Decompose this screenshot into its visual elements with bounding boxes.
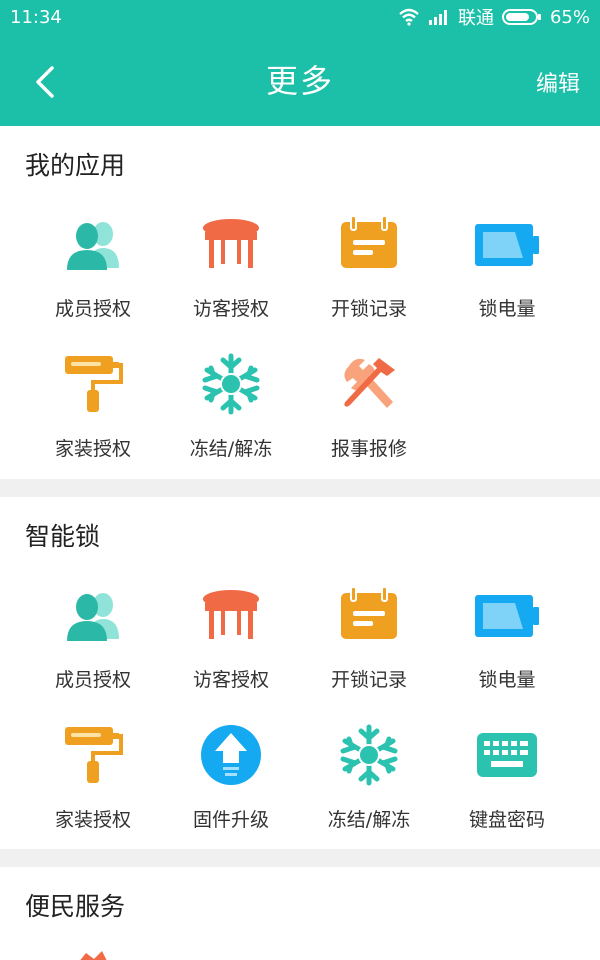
page-title: 更多 [265, 62, 334, 100]
app-item-member-auth[interactable]: 成员授权 [24, 212, 162, 321]
section-smart-lock: 智能锁 成员授权 访客授权 开锁记录 锁电量 家装授权 固件升级 冻结/解冻 键… [0, 497, 600, 849]
members-icon [61, 583, 125, 647]
section-title: 我的应用 [25, 151, 126, 180]
members-icon [61, 212, 125, 276]
lock-item-keyboard-password[interactable]: 键盘密码 [438, 723, 576, 832]
app-item-label: 家装授权 [54, 809, 131, 831]
upgrade-icon [199, 723, 263, 787]
app-item-label: 固件升级 [192, 809, 269, 831]
snowflake-icon [199, 352, 263, 416]
app-item-lock-battery[interactable]: 锁电量 [438, 212, 576, 321]
app-item-label: 访客授权 [192, 298, 269, 320]
battery-percent: 65% [549, 6, 590, 28]
app-item-label: 访客授权 [192, 669, 269, 691]
table-icon [199, 583, 263, 647]
lock-item-freeze[interactable]: 冻结/解冻 [300, 723, 438, 832]
app-item-label: 成员授权 [54, 669, 131, 691]
battery-icon [475, 583, 539, 647]
app-item-label: 锁电量 [478, 669, 536, 691]
lock-item-member-auth[interactable]: 成员授权 [24, 583, 162, 692]
status-right: 联通 65% [398, 4, 590, 30]
carrier-label: 联通 [457, 8, 494, 29]
app-item-decoration-auth[interactable]: 家装授权 [24, 352, 162, 461]
app-item-label: 家装授权 [54, 438, 131, 460]
app-item-label: 开锁记录 [330, 669, 407, 691]
lock-item-unlock-record[interactable]: 开锁记录 [300, 583, 438, 692]
table-icon [199, 212, 263, 276]
status-bar: 11:34 联通 65% [0, 0, 600, 34]
edit-button[interactable]: 编辑 [536, 66, 580, 98]
app-item-label: 冻结/解冻 [327, 809, 411, 831]
app-item-label: 成员授权 [54, 298, 131, 320]
app-item-label: 键盘密码 [468, 809, 545, 831]
section-convenience-services: 便民服务 [0, 867, 600, 960]
calendar-icon [337, 583, 401, 647]
section-my-apps: 我的应用 成员授权 访客授权 开锁记录 锁电量 家装授权 冻结/解冻 报事报修 [0, 126, 600, 479]
app-item-label: 冻结/解冻 [189, 438, 273, 460]
snowflake-icon [337, 723, 401, 787]
app-item-label: 开锁记录 [330, 298, 407, 320]
keyboard-icon [475, 723, 539, 787]
battery-icon [475, 212, 539, 276]
app-bar: 更多 编辑 [0, 34, 600, 126]
tools-icon [337, 352, 401, 416]
lock-item-visitor-auth[interactable]: 访客授权 [162, 583, 300, 692]
service-icon-partial [80, 951, 107, 960]
signal-icon [428, 10, 447, 25]
lock-item-firmware-upgrade[interactable]: 固件升级 [162, 723, 300, 832]
app-item-label: 报事报修 [330, 438, 407, 460]
app-item-unlock-record[interactable]: 开锁记录 [300, 212, 438, 321]
wifi-icon [399, 8, 419, 26]
status-time: 11:34 [10, 6, 62, 28]
section-title: 智能锁 [25, 522, 101, 551]
lock-item-lock-battery[interactable]: 锁电量 [438, 583, 576, 692]
lock-item-decoration-auth[interactable]: 家装授权 [24, 723, 162, 832]
battery-indicator [501, 8, 542, 26]
section-title: 便民服务 [25, 892, 126, 921]
battery-status-icon [501, 9, 541, 25]
paint-roller-icon [61, 723, 125, 787]
paint-roller-icon [61, 352, 125, 416]
calendar-icon [337, 212, 401, 276]
app-item-visitor-auth[interactable]: 访客授权 [162, 212, 300, 321]
app-item-repair[interactable]: 报事报修 [300, 352, 438, 461]
app-item-freeze[interactable]: 冻结/解冻 [162, 352, 300, 461]
app-item-label: 锁电量 [478, 298, 536, 320]
